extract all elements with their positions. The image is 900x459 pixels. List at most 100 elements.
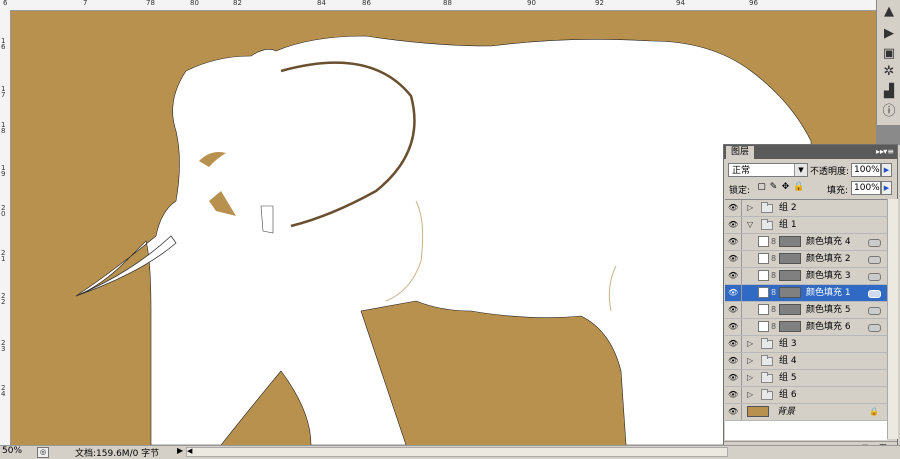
chain-icon[interactable]: 8: [771, 322, 776, 331]
ruler-tick-label: 92: [595, 0, 604, 7]
blend-mode-value: 正常: [732, 166, 751, 176]
lock-position-icon[interactable]: ✥: [781, 183, 790, 192]
fill-color-thumbnail[interactable]: [758, 287, 769, 298]
eye-icon[interactable]: 👁: [728, 374, 738, 382]
divider: [741, 268, 742, 284]
opacity-label: 不透明度:: [810, 167, 850, 177]
fill-color-thumbnail[interactable]: [758, 270, 769, 281]
opacity-input[interactable]: 100%: [851, 163, 881, 177]
vector-mask-thumbnail[interactable]: [779, 287, 801, 298]
play-icon[interactable]: ▶: [880, 24, 898, 42]
eye-icon[interactable]: 👁: [728, 340, 738, 348]
zoom-level[interactable]: 50%: [2, 446, 22, 456]
eye-icon[interactable]: 👁: [728, 272, 738, 280]
eye-icon[interactable]: 👁: [728, 238, 738, 246]
layer-name: 颜色填充 6: [806, 322, 851, 332]
layer-thumbnail[interactable]: [747, 406, 769, 417]
ruler-tick-label: 96: [749, 0, 758, 7]
divider: [741, 336, 742, 352]
expand-right-icon[interactable]: ▷: [747, 203, 753, 213]
layer-row[interactable]: 👁 8 颜色填充 5: [725, 302, 887, 319]
vector-mask-thumbnail[interactable]: [779, 321, 801, 332]
layer-row[interactable]: 👁 8 颜色填充 6: [725, 319, 887, 336]
eye-icon[interactable]: 👁: [728, 221, 738, 229]
ruler-tick-label: 2 3: [1, 339, 6, 353]
fill-slider-button[interactable]: ▶: [881, 181, 892, 195]
divider: [741, 251, 742, 267]
ruler-tick-label: 90: [527, 0, 536, 7]
fill-color-thumbnail[interactable]: [758, 304, 769, 315]
vector-mask-thumbnail[interactable]: [779, 236, 801, 247]
vector-mask-thumbnail[interactable]: [779, 304, 801, 315]
folder-icon: [761, 219, 773, 230]
layer-row[interactable]: 👁 8 颜色填充 3: [725, 268, 887, 285]
layer-row[interactable]: 👁 ▷ 组 2: [725, 200, 887, 217]
lock-transparency-icon[interactable]: ▢: [757, 183, 766, 192]
lock-pixels-icon[interactable]: ✎: [769, 183, 778, 192]
layer-row[interactable]: 👁 ▷ 组 6: [725, 387, 887, 404]
fill-color-thumbnail[interactable]: [758, 236, 769, 247]
fill-input[interactable]: 100%: [851, 181, 881, 195]
lock-all-icon[interactable]: 🔒: [793, 183, 804, 192]
layer-name: 颜色填充 2: [806, 254, 851, 264]
scroll-left-icon[interactable]: ◀: [187, 447, 192, 455]
layer-name: 背景: [777, 407, 796, 417]
vector-mask-thumbnail[interactable]: [779, 270, 801, 281]
layer-row[interactable]: 👁 8 颜色填充 4: [725, 234, 887, 251]
eye-icon[interactable]: 👁: [728, 323, 738, 331]
fill-color-thumbnail[interactable]: [758, 321, 769, 332]
eye-icon[interactable]: 👁: [728, 204, 738, 212]
panel-menu-icon[interactable]: ▾≡: [883, 146, 894, 158]
tab-layers[interactable]: 图层: [726, 146, 755, 159]
chain-icon[interactable]: 8: [771, 271, 776, 280]
histogram-icon[interactable]: ▟: [880, 82, 898, 100]
layer-row[interactable]: 👁 ▷ 组 4: [725, 353, 887, 370]
eye-icon[interactable]: 👁: [728, 289, 738, 297]
layer-name: 颜色填充 3: [806, 271, 851, 281]
expand-down-icon[interactable]: ▽: [747, 220, 753, 230]
chain-icon[interactable]: 8: [771, 288, 776, 297]
fill-color-thumbnail[interactable]: [758, 253, 769, 264]
chain-icon[interactable]: 8: [771, 305, 776, 314]
layer-name: 组 1: [779, 220, 797, 230]
eye-icon[interactable]: 👁: [728, 357, 738, 365]
expand-right-icon[interactable]: ▷: [747, 373, 753, 383]
layer-row[interactable]: 👁 8 颜色填充 1: [725, 285, 887, 302]
layer-name: 颜色填充 4: [806, 237, 851, 247]
opacity-slider-button[interactable]: ▶: [881, 163, 892, 177]
eye-icon[interactable]: 👁: [728, 255, 738, 263]
layer-row[interactable]: 👁 8 颜色填充 2: [725, 251, 887, 268]
eye-icon[interactable]: 👁: [728, 306, 738, 314]
eye-icon[interactable]: 👁: [728, 408, 738, 416]
ruler-tick-label: 7: [83, 0, 88, 7]
layers-icon[interactable]: ▣: [880, 44, 898, 62]
layer-list-scrollbar[interactable]: [887, 199, 898, 439]
blend-mode-select[interactable]: 正常 ▼: [728, 163, 808, 177]
divider: [741, 353, 742, 369]
chain-icon[interactable]: 8: [771, 237, 776, 246]
eye-icon[interactable]: 👁: [728, 391, 738, 399]
elephant-body: [75, 35, 817, 445]
divider: [741, 302, 742, 318]
zoom-icon[interactable]: ◎: [37, 447, 49, 458]
play-icon[interactable]: ▶: [177, 446, 183, 455]
expand-right-icon[interactable]: ▷: [747, 339, 753, 349]
navigator-icon[interactable]: ✲: [880, 62, 898, 80]
layer-row[interactable]: 👁 🔒 背景: [725, 404, 887, 421]
layer-name: 组 3: [779, 339, 797, 349]
chain-icon[interactable]: 8: [771, 254, 776, 263]
layer-row[interactable]: 👁 ▽ 组 1: [725, 217, 887, 234]
scroll-up-icon[interactable]: ▲: [880, 2, 898, 20]
ruler-tick-label: 2 2: [1, 292, 6, 306]
info-icon[interactable]: ⓘ: [880, 100, 898, 119]
vector-mask-thumbnail[interactable]: [779, 253, 801, 264]
layer-row[interactable]: 👁 ▷ 组 5: [725, 370, 887, 387]
expand-right-icon[interactable]: ▷: [747, 356, 753, 366]
link-icon: [868, 307, 881, 315]
layer-row[interactable]: 👁 ▷ 组 3: [725, 336, 887, 353]
layer-name: 颜色填充 5: [806, 305, 851, 315]
lock-icon: 🔒: [869, 407, 879, 416]
ruler-tick-label: 2 4: [1, 384, 6, 398]
expand-right-icon[interactable]: ▷: [747, 390, 753, 400]
folder-icon: [761, 372, 773, 383]
